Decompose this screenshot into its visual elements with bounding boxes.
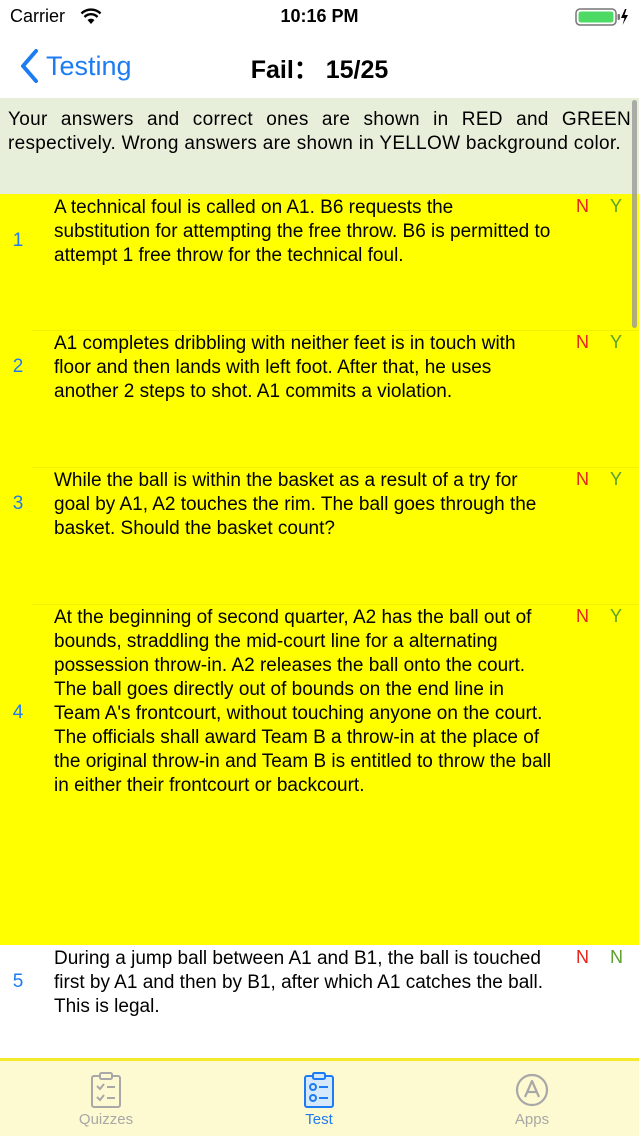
question-text: A1 completes dribbling with neither feet…: [54, 333, 516, 402]
status-time: 10:16 PM: [280, 6, 359, 26]
apps-icon: [515, 1073, 549, 1107]
correct-answer: Y: [610, 196, 623, 216]
correct-answer: Y: [610, 469, 623, 489]
question-text: While the ball is within the basket as a…: [54, 470, 537, 539]
row-divider: [32, 604, 639, 605]
your-answer: N: [576, 606, 589, 626]
tab-label: Test: [305, 1111, 333, 1128]
test-icon: [304, 1072, 334, 1108]
question-row-3[interactable]: 3 While the ball is within the basket as…: [0, 467, 639, 604]
question-row-1[interactable]: 1 A technical foul is called on A1. B6 r…: [0, 194, 639, 330]
instructions-text: Your answers and correct ones are shown …: [0, 98, 639, 194]
scroll-indicator[interactable]: [632, 100, 637, 328]
question-row-5[interactable]: 5 During a jump ball between A1 and B1, …: [0, 945, 639, 1058]
status-bar: Carrier 10:16 PM: [0, 0, 639, 34]
row-divider: [32, 330, 639, 331]
your-answer: N: [576, 332, 589, 352]
tab-quizzes[interactable]: Quizzes: [46, 1071, 166, 1128]
tab-bar: Quizzes Test Apps: [0, 1058, 639, 1136]
question-number: 3: [12, 493, 24, 514]
tab-label: Apps: [514, 1111, 550, 1128]
question-row-2[interactable]: 2 A1 completes dribbling with neither fe…: [0, 330, 639, 467]
row-divider: [32, 467, 639, 468]
quizzes-icon: [91, 1072, 121, 1108]
tab-test[interactable]: Test: [259, 1071, 379, 1128]
your-answer: N: [576, 947, 589, 967]
navigation-bar: Testing Fail： 15/25: [0, 34, 639, 98]
question-number: 1: [12, 230, 24, 251]
tab-label: Quizzes: [78, 1111, 134, 1128]
question-number: 4: [12, 702, 24, 723]
your-answer: N: [576, 469, 589, 489]
question-text: A technical foul is called on A1. B6 req…: [54, 197, 551, 266]
battery-charging-icon: [575, 8, 628, 26]
question-number: 5: [12, 971, 24, 992]
your-answer: N: [576, 196, 589, 216]
question-text: During a jump ball between A1 and B1, th…: [54, 948, 544, 1017]
question-list[interactable]: 1 A technical foul is called on A1. B6 r…: [0, 194, 639, 1058]
page-title: Fail： 15/25: [250, 56, 389, 84]
correct-answer: N: [610, 947, 623, 967]
question-row-4[interactable]: 4 At the beginning of second quarter, A2…: [0, 604, 639, 945]
tab-apps[interactable]: Apps: [472, 1071, 592, 1128]
question-number: 2: [12, 356, 24, 377]
correct-answer: Y: [610, 332, 623, 352]
correct-answer: Y: [610, 606, 623, 626]
question-text: At the beginning of second quarter, A2 h…: [54, 607, 552, 796]
